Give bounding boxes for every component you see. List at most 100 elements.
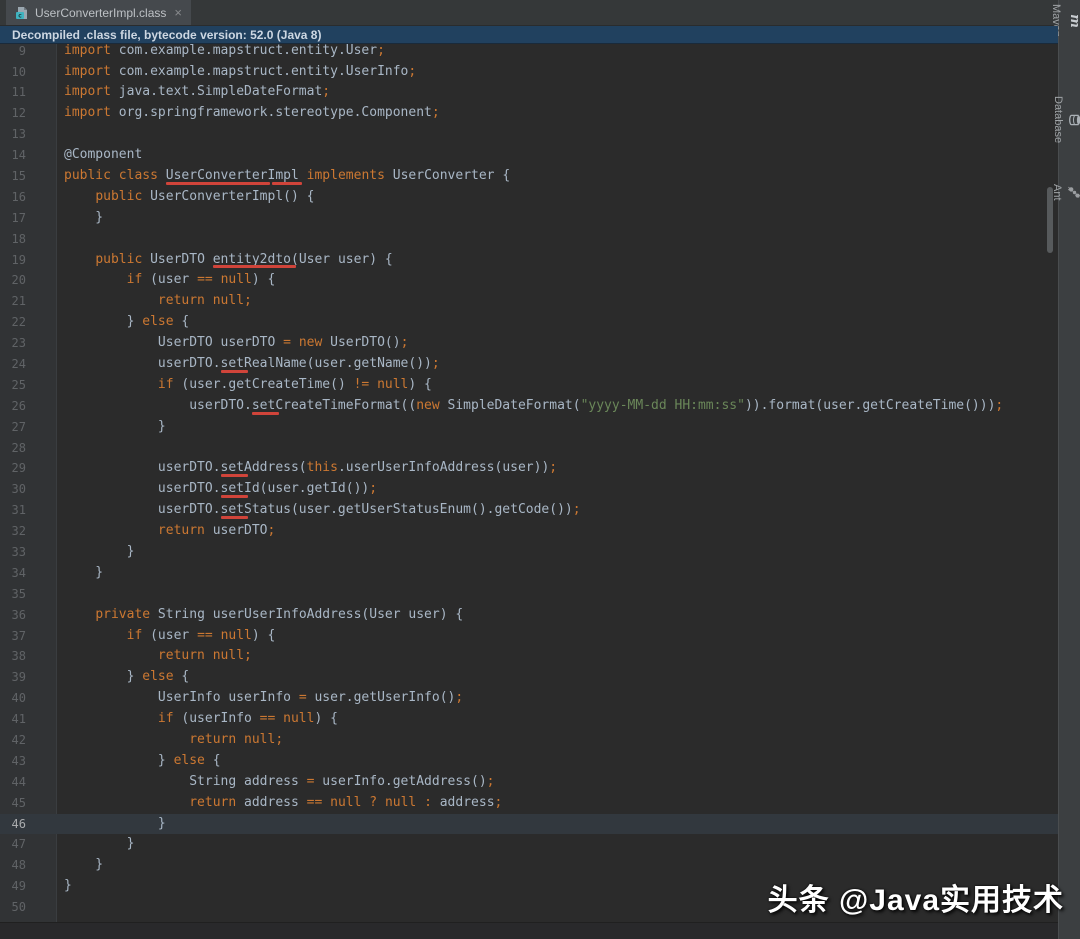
- tool-button-ant[interactable]: Ant: [1059, 184, 1080, 201]
- code-line[interactable]: 10import com.example.mapstruct.entity.Us…: [0, 62, 1058, 83]
- line-number[interactable]: 12: [0, 103, 57, 124]
- line-number[interactable]: 24: [0, 354, 57, 375]
- tool-button-database[interactable]: Database: [1059, 96, 1080, 143]
- code-line[interactable]: 29 userDTO.setAddress(this.userUserInfoA…: [0, 458, 1058, 479]
- line-number[interactable]: 49: [0, 876, 57, 897]
- tool-button-maven[interactable]: m Maven: [1059, 4, 1080, 37]
- line-number[interactable]: 13: [0, 124, 57, 145]
- code-line[interactable]: 38 return null;: [0, 646, 1058, 667]
- code-line[interactable]: 40 UserInfo userInfo = user.getUserInfo(…: [0, 688, 1058, 709]
- code-text: userDTO.setStatus(user.getUserStatusEnum…: [57, 500, 1058, 521]
- code-line[interactable]: 46 }: [0, 814, 1058, 835]
- line-number[interactable]: 42: [0, 730, 57, 751]
- line-number[interactable]: 38: [0, 646, 57, 667]
- line-number[interactable]: 32: [0, 521, 57, 542]
- line-number[interactable]: 33: [0, 542, 57, 563]
- line-number[interactable]: 22: [0, 312, 57, 333]
- line-number[interactable]: 18: [0, 229, 57, 250]
- line-number[interactable]: 27: [0, 417, 57, 438]
- code-line[interactable]: 12import org.springframework.stereotype.…: [0, 103, 1058, 124]
- line-number[interactable]: 9: [0, 44, 57, 62]
- code-line[interactable]: 22 } else {: [0, 312, 1058, 333]
- code-line[interactable]: 32 return userDTO;: [0, 521, 1058, 542]
- line-number[interactable]: 50: [0, 897, 57, 918]
- code-line[interactable]: 15public class UserConverterImpl impleme…: [0, 166, 1058, 187]
- code-line[interactable]: 44 String address = userInfo.getAddress(…: [0, 772, 1058, 793]
- code-line[interactable]: 30 userDTO.setId(user.getId());: [0, 479, 1058, 500]
- code-line[interactable]: 13: [0, 124, 1058, 145]
- code-line[interactable]: 42 return null;: [0, 730, 1058, 751]
- code-line[interactable]: 11import java.text.SimpleDateFormat;: [0, 82, 1058, 103]
- code-editor[interactable]: 9import com.example.mapstruct.entity.Use…: [0, 44, 1058, 922]
- code-line[interactable]: 9import com.example.mapstruct.entity.Use…: [0, 44, 1058, 62]
- line-number[interactable]: 20: [0, 270, 57, 291]
- code-line[interactable]: 45 return address == null ? null : addre…: [0, 793, 1058, 814]
- code-line[interactable]: 19 public UserDTO entity2dto(User user) …: [0, 250, 1058, 271]
- line-number[interactable]: 39: [0, 667, 57, 688]
- line-number[interactable]: 17: [0, 208, 57, 229]
- code-line[interactable]: 33 }: [0, 542, 1058, 563]
- code-line[interactable]: 37 if (user == null) {: [0, 626, 1058, 647]
- line-number[interactable]: 34: [0, 563, 57, 584]
- code-text: }: [57, 208, 1058, 229]
- line-number[interactable]: 35: [0, 584, 57, 605]
- line-number[interactable]: 45: [0, 793, 57, 814]
- code-line[interactable]: 17 }: [0, 208, 1058, 229]
- code-line[interactable]: 36 private String userUserInfoAddress(Us…: [0, 605, 1058, 626]
- code-text: import com.example.mapstruct.entity.User…: [57, 62, 1058, 83]
- line-number[interactable]: 47: [0, 834, 57, 855]
- line-number[interactable]: 37: [0, 626, 57, 647]
- code-text: if (user == null) {: [57, 626, 1058, 647]
- code-line[interactable]: 41 if (userInfo == null) {: [0, 709, 1058, 730]
- code-line[interactable]: 25 if (user.getCreateTime() != null) {: [0, 375, 1058, 396]
- tab-userconverterimpl-class[interactable]: c UserConverterImpl.class ×: [6, 0, 191, 25]
- line-number[interactable]: 44: [0, 772, 57, 793]
- code-text: userDTO.setAddress(this.userUserInfoAddr…: [57, 458, 1058, 479]
- code-text: [57, 438, 1058, 459]
- code-line[interactable]: 16 public UserConverterImpl() {: [0, 187, 1058, 208]
- code-line[interactable]: 26 userDTO.setCreateTimeFormat((new Simp…: [0, 396, 1058, 417]
- code-line[interactable]: 24 userDTO.setRealName(user.getName());: [0, 354, 1058, 375]
- tab-close-icon[interactable]: ×: [174, 6, 182, 19]
- line-number[interactable]: 11: [0, 82, 57, 103]
- code-line[interactable]: 47 }: [0, 834, 1058, 855]
- line-number[interactable]: 29: [0, 458, 57, 479]
- line-number[interactable]: 19: [0, 250, 57, 271]
- line-number[interactable]: 43: [0, 751, 57, 772]
- code-line[interactable]: 48 }: [0, 855, 1058, 876]
- code-text: userDTO.setCreateTimeFormat((new SimpleD…: [57, 396, 1058, 417]
- line-number[interactable]: 26: [0, 396, 57, 417]
- code-text: }: [57, 417, 1058, 438]
- code-line[interactable]: 27 }: [0, 417, 1058, 438]
- line-number[interactable]: 25: [0, 375, 57, 396]
- line-number[interactable]: 15: [0, 166, 57, 187]
- line-number[interactable]: 31: [0, 500, 57, 521]
- code-line[interactable]: 18: [0, 229, 1058, 250]
- line-number[interactable]: 28: [0, 438, 57, 459]
- code-line[interactable]: 34 }: [0, 563, 1058, 584]
- code-line[interactable]: 21 return null;: [0, 291, 1058, 312]
- code-line[interactable]: 28: [0, 438, 1058, 459]
- line-number[interactable]: 30: [0, 479, 57, 500]
- svg-text:c: c: [18, 11, 22, 19]
- code-line[interactable]: 20 if (user == null) {: [0, 270, 1058, 291]
- code-line[interactable]: 39 } else {: [0, 667, 1058, 688]
- tool-button-database-label: Database: [1052, 96, 1064, 143]
- code-text: public UserDTO entity2dto(User user) {: [57, 250, 1058, 271]
- code-line[interactable]: 14@Component: [0, 145, 1058, 166]
- code-text: if (user == null) {: [57, 270, 1058, 291]
- line-number[interactable]: 48: [0, 855, 57, 876]
- code-line[interactable]: 31 userDTO.setStatus(user.getUserStatusE…: [0, 500, 1058, 521]
- line-number[interactable]: 36: [0, 605, 57, 626]
- line-number[interactable]: 10: [0, 62, 57, 83]
- code-line[interactable]: 23 UserDTO userDTO = new UserDTO();: [0, 333, 1058, 354]
- code-line[interactable]: 35: [0, 584, 1058, 605]
- line-number[interactable]: 21: [0, 291, 57, 312]
- line-number[interactable]: 16: [0, 187, 57, 208]
- line-number[interactable]: 23: [0, 333, 57, 354]
- line-number[interactable]: 46: [0, 814, 57, 835]
- line-number[interactable]: 40: [0, 688, 57, 709]
- line-number[interactable]: 14: [0, 145, 57, 166]
- line-number[interactable]: 41: [0, 709, 57, 730]
- code-line[interactable]: 43 } else {: [0, 751, 1058, 772]
